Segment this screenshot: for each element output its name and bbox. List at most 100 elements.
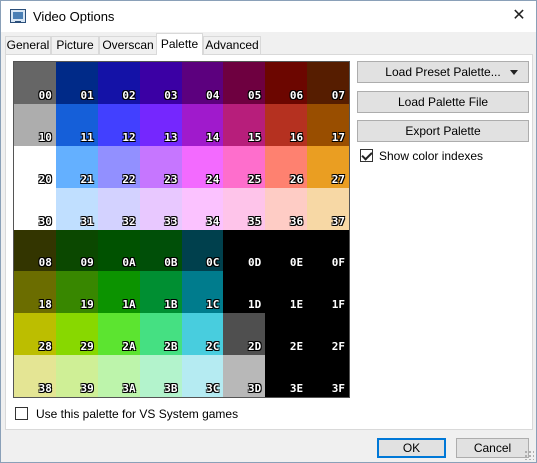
palette-index-label: 02 (122, 88, 136, 102)
palette-cell[interactable]: 17 (307, 103, 349, 146)
palette-cell[interactable]: 25 (223, 145, 266, 188)
close-icon[interactable]: ✕ (501, 1, 537, 31)
tab-advanced[interactable]: Advanced (203, 36, 261, 55)
palette-cell[interactable]: 11 (55, 103, 98, 146)
palette-cell[interactable]: 0D (223, 229, 266, 272)
palette-cell[interactable]: 1D (223, 271, 266, 314)
palette-cell[interactable]: 2A (97, 313, 140, 356)
palette-index-label: 0B (164, 256, 178, 270)
export-palette-button[interactable]: Export Palette (357, 120, 529, 142)
palette-cell[interactable]: 23 (139, 145, 182, 188)
palette-cell[interactable]: 30 (14, 187, 56, 230)
palette-cell[interactable]: 34 (181, 187, 224, 230)
palette-cell[interactable]: 33 (139, 187, 182, 230)
palette-cell[interactable]: 07 (307, 62, 349, 104)
palette-index-label: 3B (164, 382, 178, 395)
palette-index-label: 32 (122, 214, 136, 228)
palette-cell[interactable]: 0E (265, 229, 308, 272)
palette-index-label: 12 (122, 130, 136, 144)
palette-cell[interactable]: 39 (55, 355, 98, 397)
palette-cell[interactable]: 1A (97, 271, 140, 314)
palette-index-label: 3C (206, 382, 220, 395)
palette-cell[interactable]: 31 (55, 187, 98, 230)
palette-cell[interactable]: 0F (307, 229, 349, 272)
palette-cell[interactable]: 13 (139, 103, 182, 146)
palette-cell[interactable]: 20 (14, 145, 56, 188)
palette-cell[interactable]: 10 (14, 103, 56, 146)
palette-cell[interactable]: 24 (181, 145, 224, 188)
palette-cell[interactable]: 21 (55, 145, 98, 188)
palette-cell[interactable]: 18 (14, 271, 56, 314)
palette-index-label: 38 (38, 382, 52, 395)
palette-cell[interactable]: 1B (139, 271, 182, 314)
palette-cell[interactable]: 36 (265, 187, 308, 230)
palette-grid: 00 01 02 03 04 05 06 07 10 11 12 13 14 15 16 17 20 21 22 23… (13, 61, 350, 398)
palette-cell[interactable]: 14 (181, 103, 224, 146)
vs-system-palette-checkbox[interactable] (15, 407, 28, 420)
palette-index-label: 01 (80, 88, 94, 102)
ok-button[interactable]: OK (377, 438, 446, 458)
tab-picture[interactable]: Picture (51, 36, 99, 55)
tab-palette[interactable]: Palette (156, 33, 203, 55)
palette-index-label: 3A (122, 382, 136, 395)
palette-cell[interactable]: 00 (14, 62, 56, 104)
tab-general[interactable]: General (5, 36, 51, 55)
palette-cell[interactable]: 09 (55, 229, 98, 272)
palette-cell[interactable]: 3F (307, 355, 349, 397)
palette-cell[interactable]: 35 (223, 187, 266, 230)
palette-cell[interactable]: 3C (181, 355, 224, 397)
palette-cell[interactable]: 38 (14, 355, 56, 397)
palette-index-label: 03 (164, 88, 178, 102)
palette-cell[interactable]: 3A (97, 355, 140, 397)
palette-index-label: 05 (248, 88, 262, 102)
palette-cell[interactable]: 27 (307, 145, 349, 188)
resize-grip-icon[interactable] (524, 450, 534, 460)
palette-cell[interactable]: 0B (139, 229, 182, 272)
palette-index-label: 39 (80, 382, 94, 395)
palette-cell[interactable]: 2B (139, 313, 182, 356)
palette-cell[interactable]: 28 (14, 313, 56, 356)
palette-cell[interactable]: 0C (181, 229, 224, 272)
palette-cell[interactable]: 37 (307, 187, 349, 230)
palette-cell[interactable]: 2E (265, 313, 308, 356)
palette-cell[interactable]: 0A (97, 229, 140, 272)
palette-cell[interactable]: 3D (223, 355, 266, 397)
palette-cell[interactable]: 08 (14, 229, 56, 272)
show-color-indexes-checkbox[interactable] (360, 149, 373, 162)
palette-cell[interactable]: 02 (97, 62, 140, 104)
palette-cell[interactable]: 26 (265, 145, 308, 188)
palette-cell[interactable]: 29 (55, 313, 98, 356)
palette-cell[interactable]: 19 (55, 271, 98, 314)
palette-index-label: 1F (331, 298, 345, 312)
palette-cell[interactable]: 2D (223, 313, 266, 356)
palette-cell[interactable]: 32 (97, 187, 140, 230)
palette-cell[interactable]: 15 (223, 103, 266, 146)
palette-cell[interactable]: 06 (265, 62, 308, 104)
palette-index-label: 10 (38, 130, 52, 144)
load-palette-file-button[interactable]: Load Palette File (357, 91, 529, 113)
palette-cell[interactable]: 1C (181, 271, 224, 314)
load-preset-palette-button[interactable]: Load Preset Palette... (357, 61, 529, 83)
palette-index-label: 16 (289, 130, 304, 144)
palette-index-label: 0C (206, 256, 220, 270)
palette-cell[interactable]: 1E (265, 271, 308, 314)
palette-cell[interactable]: 03 (139, 62, 182, 104)
palette-cell[interactable]: 16 (265, 103, 308, 146)
show-color-indexes-label: Show color indexes (379, 149, 484, 163)
palette-index-label: 1C (206, 298, 220, 312)
palette-cell[interactable]: 2C (181, 313, 224, 356)
palette-cell[interactable]: 3B (139, 355, 182, 397)
palette-cell[interactable]: 12 (97, 103, 140, 146)
palette-index-label: 13 (164, 130, 178, 144)
palette-cell[interactable]: 2F (307, 313, 349, 356)
palette-cell[interactable]: 05 (223, 62, 266, 104)
palette-cell[interactable]: 1F (307, 271, 349, 314)
palette-cell[interactable]: 22 (97, 145, 140, 188)
cancel-button[interactable]: Cancel (456, 438, 529, 458)
tab-overscan[interactable]: Overscan (99, 36, 157, 55)
palette-index-label: 29 (80, 340, 94, 354)
palette-cell[interactable]: 04 (181, 62, 224, 104)
palette-cell[interactable]: 3E (265, 355, 308, 397)
palette-cell[interactable]: 01 (55, 62, 98, 104)
palette-index-label: 2B (164, 340, 178, 354)
